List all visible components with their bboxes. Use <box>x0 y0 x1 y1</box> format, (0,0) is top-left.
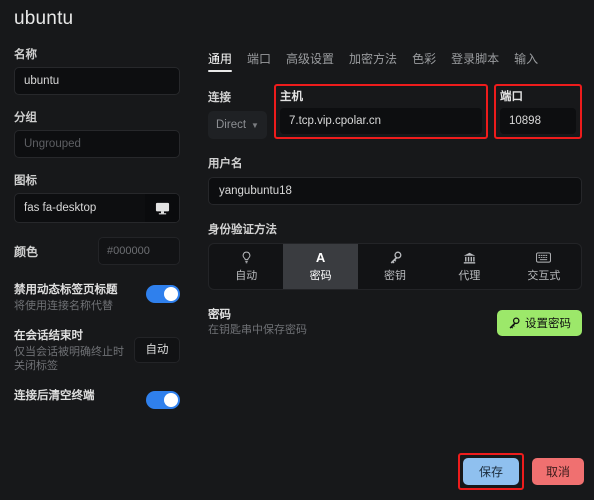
group-label: 分组 <box>14 112 37 124</box>
on-session-end-select[interactable]: 自动 <box>134 337 180 363</box>
username-section: 用户名 yangubuntu18 <box>204 155 582 205</box>
tab-ports[interactable]: 端口 <box>247 50 271 72</box>
proxy-select-value: Direct <box>216 118 247 131</box>
tab-input[interactable]: 输入 <box>514 50 538 72</box>
host-input[interactable]: 7.tcp.vip.cpolar.cn <box>280 108 482 134</box>
auth-option-interactive[interactable]: 交互式 <box>507 244 581 289</box>
clear-terminal-toggle[interactable] <box>146 391 180 409</box>
auth-option-interactive-label: 交互式 <box>527 270 561 282</box>
proxy-select[interactable]: Direct ▼ <box>208 111 267 139</box>
tab-encryption[interactable]: 加密方法 <box>349 50 397 72</box>
port-field-highlight: 端口 10898 <box>494 84 582 139</box>
port-input[interactable]: 10898 <box>500 108 576 134</box>
settings-tabs: 通用 端口 高级设置 加密方法 色彩 登录脚本 输入 <box>204 46 582 72</box>
on-session-end-label: 在会话结束时 <box>14 330 83 342</box>
auth-method-section: 身份验证方法 自动 A 密码 密钥 代理 交互式 <box>204 221 582 290</box>
on-session-end-subtitle: 仅当会话被明确终止时关闭标签 <box>14 346 124 372</box>
save-button-highlight: 保存 <box>457 453 524 490</box>
name-field-group: 名称 ubuntu <box>14 46 180 95</box>
auth-option-auto-label: 自动 <box>235 270 258 282</box>
username-input[interactable]: yangubuntu18 <box>208 177 582 205</box>
disable-dynamic-tab-title-label: 禁用动态标签页标题 <box>14 284 118 296</box>
name-label: 名称 <box>14 49 37 61</box>
auth-option-auto[interactable]: 自动 <box>209 244 283 289</box>
connection-label: 连接 <box>208 92 231 104</box>
set-password-button-label: 设置密码 <box>525 318 571 330</box>
key-icon <box>389 250 402 265</box>
page-title: ubuntu <box>14 8 74 29</box>
auth-option-password[interactable]: A 密码 <box>283 244 358 289</box>
set-password-button[interactable]: 设置密码 <box>497 310 582 336</box>
cancel-button[interactable]: 取消 <box>531 458 584 485</box>
right-settings-column: 通用 端口 高级设置 加密方法 色彩 登录脚本 输入 连接 Direct ▼ 主… <box>196 46 594 500</box>
password-row: 密码 在钥匙串中保存密码 设置密码 <box>204 308 582 338</box>
tab-general[interactable]: 通用 <box>208 50 233 72</box>
auth-option-key[interactable]: 密钥 <box>358 244 432 289</box>
left-settings-column: 名称 ubuntu 分组 Ungrouped 图标 fas fa-desktop <box>0 46 192 500</box>
group-input[interactable]: Ungrouped <box>14 130 180 158</box>
password-label: 密码 <box>208 309 231 321</box>
connection-settings-window: ubuntu 名称 ubuntu 分组 Ungrouped 图标 fas fa-… <box>0 0 594 500</box>
auth-option-key-label: 密钥 <box>384 270 407 282</box>
auth-method-label: 身份验证方法 <box>208 224 277 236</box>
port-label: 端口 <box>500 91 523 103</box>
key-icon <box>508 317 520 329</box>
tab-colors[interactable]: 色彩 <box>412 50 436 72</box>
group-field-group: 分组 Ungrouped <box>14 109 180 158</box>
keyboard-icon <box>536 250 552 265</box>
on-session-end-row: 在会话结束时 仅当会话被明确终止时关闭标签 自动 <box>14 329 180 373</box>
color-input[interactable]: #000000 <box>98 237 180 265</box>
icon-field-group: 图标 fas fa-desktop <box>14 172 180 223</box>
auth-option-agent-label: 代理 <box>458 270 481 282</box>
connection-row: 连接 Direct ▼ 主机 7.tcp.vip.cpolar.cn 端口 10… <box>204 84 582 139</box>
lightbulb-icon <box>241 250 252 265</box>
clear-terminal-label: 连接后清空终端 <box>14 390 95 402</box>
footer-actions: 保存 取消 <box>457 453 584 490</box>
auth-option-password-label: 密码 <box>309 270 332 282</box>
save-button[interactable]: 保存 <box>462 458 519 485</box>
host-label: 主机 <box>280 91 303 103</box>
color-label: 颜色 <box>14 244 39 259</box>
auth-method-segmented-control: 自动 A 密码 密钥 代理 交互式 <box>208 243 582 290</box>
bank-icon <box>463 250 476 265</box>
tab-login-script[interactable]: 登录脚本 <box>451 50 499 72</box>
disable-dynamic-tab-title-subtitle: 将使用连接名称代替 <box>14 300 113 312</box>
auth-option-agent[interactable]: 代理 <box>432 244 506 289</box>
icon-label: 图标 <box>14 175 37 187</box>
icon-input[interactable]: fas fa-desktop <box>15 194 145 222</box>
clear-terminal-row: 连接后清空终端 <box>14 389 180 409</box>
tab-advanced[interactable]: 高级设置 <box>286 50 334 72</box>
username-label: 用户名 <box>208 158 243 170</box>
host-field-highlight: 主机 7.tcp.vip.cpolar.cn <box>274 84 488 139</box>
icon-input-wrapper: fas fa-desktop <box>14 193 180 223</box>
connection-type-group: 连接 Direct ▼ <box>208 89 268 139</box>
chevron-down-icon: ▼ <box>251 120 259 130</box>
disable-dynamic-tab-title-row: 禁用动态标签页标题 将使用连接名称代替 <box>14 283 180 313</box>
disable-dynamic-tab-title-toggle[interactable] <box>146 285 180 303</box>
letter-a-icon: A <box>315 250 326 265</box>
color-field-group: 颜色 #000000 <box>14 237 180 265</box>
name-input[interactable]: ubuntu <box>14 67 180 95</box>
desktop-icon[interactable] <box>145 194 179 222</box>
password-subtitle: 在钥匙串中保存密码 <box>208 324 307 336</box>
